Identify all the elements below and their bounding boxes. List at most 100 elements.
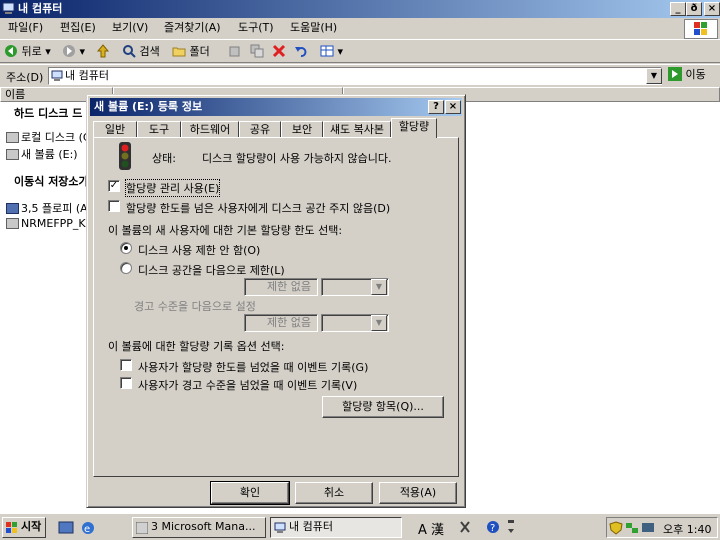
status-label: 상태: — [152, 152, 176, 165]
list-item[interactable]: NRMEFPP_K — [6, 217, 86, 230]
task-my-computer-label: 내 컴퓨터 — [289, 520, 333, 533]
go-button[interactable]: 이동 — [668, 66, 706, 84]
up-arrow-icon — [96, 44, 110, 58]
warning-unit-combo[interactable]: ▼ — [321, 314, 389, 332]
close-button[interactable]: × — [704, 2, 720, 16]
ime-tool-icon[interactable] — [458, 520, 472, 534]
delete-button[interactable] — [272, 43, 286, 61]
tab-shadow-copies[interactable]: 섀도 복사본 — [323, 121, 391, 137]
system-tray: 오후 1:40 — [606, 517, 718, 538]
show-desktop-icon[interactable] — [58, 520, 74, 536]
ime-options-icon[interactable] — [506, 519, 516, 535]
menu-file[interactable]: 파일(F) — [8, 18, 43, 38]
views-button[interactable]: ▾ — [320, 43, 343, 61]
tab-quota[interactable]: 할당량 — [391, 118, 437, 138]
address-bar: 주소(D) 내 컴퓨터 ▼ 이동 — [0, 64, 720, 86]
windows-flag-icon — [6, 522, 17, 533]
list-item[interactable]: 새 볼륨 (E:) — [6, 146, 78, 162]
log-limit-checkbox[interactable] — [120, 359, 132, 371]
enable-quota-checkbox[interactable]: ✓ — [108, 180, 120, 192]
taskbar: 시작 e 3 Microsoft Mana... 내 컴퓨터 A 漢 ? 오후 … — [0, 513, 720, 540]
task-mmc-label: 3 Microsoft Mana... — [151, 520, 256, 533]
folders-button[interactable]: 폴더 — [172, 43, 210, 61]
window-titlebar[interactable]: 내 컴퓨터 _ ð × — [0, 0, 720, 18]
go-label: 이동 — [685, 68, 706, 81]
start-button[interactable]: 시작 — [2, 517, 46, 538]
folders-label: 폴더 — [189, 45, 210, 58]
window-title: 내 컴퓨터 — [18, 2, 63, 15]
menu-tools[interactable]: 도구(T) — [238, 18, 274, 38]
internet-explorer-icon[interactable]: e — [80, 520, 96, 536]
search-button[interactable]: 검색 — [122, 43, 160, 61]
apply-button[interactable]: 적용(A) — [379, 482, 457, 504]
address-label: 주소(D) — [6, 71, 44, 84]
tab-security[interactable]: 보안 — [281, 121, 323, 137]
menu-favorites[interactable]: 즐겨찾기(A) — [164, 18, 221, 38]
copy-to-button[interactable] — [250, 43, 264, 61]
enable-quota-label[interactable]: 할당량 관리 사용(E) — [124, 179, 221, 197]
dialog-close-button[interactable]: × — [445, 100, 461, 114]
list-item[interactable]: 3,5 플로피 (A: — [6, 200, 91, 216]
tab-sharing[interactable]: 공유 — [239, 121, 281, 137]
deny-space-checkbox[interactable] — [108, 200, 120, 212]
delete-x-icon — [272, 44, 286, 58]
log-warning-checkbox[interactable] — [120, 377, 132, 389]
cancel-button[interactable]: 취소 — [295, 482, 373, 504]
menu-bar: 파일(F) 편집(E) 보기(V) 즐겨찾기(A) 도구(T) 도움말(H) — [0, 18, 720, 38]
move-to-button[interactable] — [228, 43, 242, 61]
floppy-icon — [6, 203, 19, 214]
menu-help[interactable]: 도움말(H) — [290, 18, 337, 38]
security-shield-icon[interactable] — [609, 521, 623, 535]
default-limit-label: 이 볼륨의 새 사용자에 대한 기본 할당량 한도 선택: — [108, 224, 343, 237]
limit-value-field[interactable]: 제한 없음 — [244, 278, 318, 296]
status-text: 디스크 할당량이 사용 가능하지 않습니다. — [202, 152, 392, 165]
log-warning-label[interactable]: 사용자가 경고 수준을 넘었을 때 이벤트 기록(V) — [138, 377, 357, 393]
list-item[interactable]: 로컬 디스크 (C — [6, 129, 91, 145]
minimize-button[interactable]: _ — [670, 2, 686, 16]
quota-entries-button[interactable]: 할당량 항목(Q)... — [322, 396, 444, 418]
views-grid-icon — [320, 45, 334, 57]
cd-drive-icon — [6, 218, 19, 229]
start-label: 시작 — [21, 520, 42, 533]
log-limit-label[interactable]: 사용자가 할당량 한도를 넘었을 때 이벤트 기록(G) — [138, 359, 368, 375]
no-limit-radio[interactable] — [120, 242, 132, 254]
menu-view[interactable]: 보기(V) — [112, 18, 148, 38]
help-button[interactable]: ? — [428, 100, 444, 114]
clock[interactable]: 오후 1:40 — [663, 520, 711, 539]
restore-button[interactable]: ð — [686, 2, 702, 16]
menu-edit[interactable]: 편집(E) — [60, 18, 96, 38]
svg-text:?: ? — [490, 523, 495, 534]
limit-to-radio[interactable] — [120, 262, 132, 274]
display-icon[interactable] — [641, 521, 655, 535]
tab-tools[interactable]: 도구 — [137, 121, 181, 137]
dialog-titlebar[interactable]: 새 볼륨 (E:) 등록 정보 ? × — [90, 98, 462, 116]
limit-unit-combo[interactable]: ▼ — [321, 278, 389, 296]
group-hard-disk: 하드 디스크 드 — [14, 107, 83, 120]
task-my-computer[interactable]: 내 컴퓨터 — [270, 517, 402, 538]
deny-space-label[interactable]: 할당량 한도를 넘은 사용자에게 디스크 공간 주지 않음(D) — [126, 200, 390, 216]
tab-hardware[interactable]: 하드웨어 — [181, 121, 239, 137]
help-icon[interactable]: ? — [486, 520, 500, 534]
task-mmc[interactable]: 3 Microsoft Mana... — [132, 517, 266, 538]
warning-value-field[interactable]: 제한 없음 — [244, 314, 318, 332]
address-dropdown-button[interactable]: ▼ — [646, 68, 662, 84]
undo-button[interactable] — [294, 43, 308, 61]
mmc-icon — [136, 522, 148, 534]
logging-label: 이 볼륨에 대한 할당량 기록 옵션 선택: — [108, 340, 285, 353]
up-folder-button[interactable] — [96, 43, 110, 61]
forward-button[interactable]: ▾ — [62, 43, 85, 61]
limit-to-label[interactable]: 디스크 공간을 다음으로 제한(L) — [138, 262, 285, 278]
ok-button[interactable]: 확인 — [210, 481, 290, 505]
chevron-down-icon: ▼ — [371, 279, 387, 295]
network-icon[interactable] — [625, 521, 639, 535]
ime-indicator[interactable]: A 漢 — [418, 519, 444, 538]
address-input[interactable]: 내 컴퓨터 — [48, 67, 662, 85]
dialog-title: 새 볼륨 (E:) 등록 정보 — [94, 100, 203, 113]
no-limit-label[interactable]: 디스크 사용 제한 안 함(O) — [138, 242, 260, 258]
back-button[interactable]: 뒤로 ▾ — [4, 43, 51, 61]
back-arrow-icon — [5, 45, 17, 57]
windows-logo-icon — [684, 19, 718, 39]
my-computer-small-icon — [51, 70, 63, 81]
my-computer-task-icon — [274, 522, 286, 533]
tab-general[interactable]: 일반 — [93, 121, 137, 137]
